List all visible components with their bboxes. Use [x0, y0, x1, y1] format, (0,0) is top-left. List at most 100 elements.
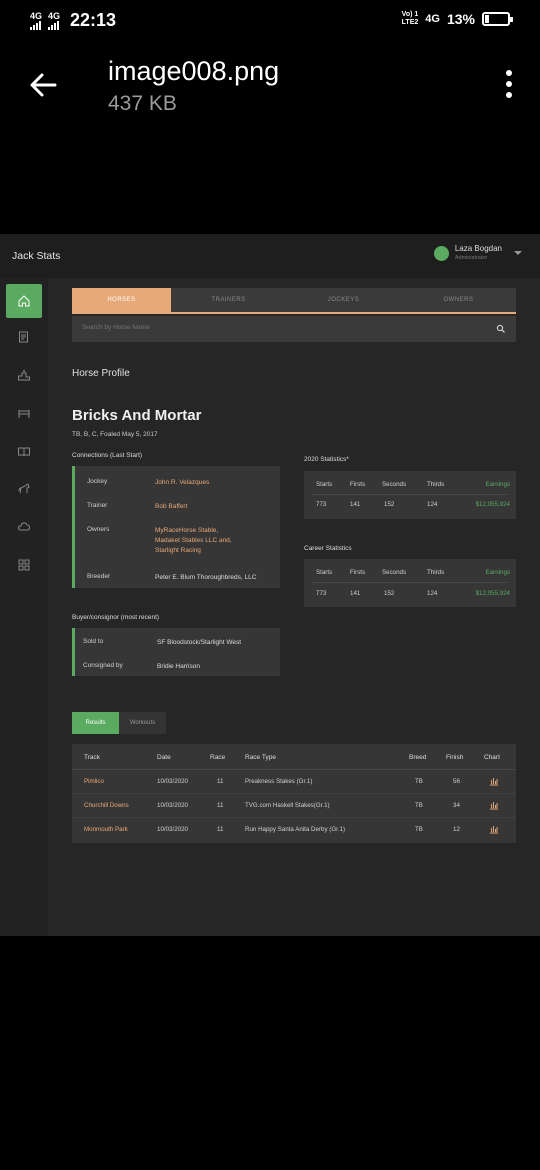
stat-header: Firsts [350, 481, 366, 488]
tab-owners[interactable]: OWNERS [401, 288, 516, 312]
tab-workouts[interactable]: Workouts [119, 712, 166, 734]
battery-percent: 13% [446, 11, 475, 27]
stat-value: 124 [427, 501, 438, 508]
volte-indicator: Vo) 1 LTE2 [402, 11, 419, 27]
stat-value: 141 [350, 590, 361, 597]
search-bar [72, 316, 516, 342]
buyer-card: Sold to SF Bloodstock/Starlight West Con… [72, 628, 280, 676]
stat-value: $12,055,924 [475, 501, 510, 508]
chevron-down-icon[interactable] [514, 251, 522, 255]
race-type: Run Happy Santa Anita Derby (Gr.1) [245, 826, 346, 833]
clock: 22:13 [70, 10, 117, 30]
bar-chart-icon[interactable] [489, 824, 499, 834]
stat-value: 152 [384, 590, 395, 597]
stat-header: Earnings [485, 569, 510, 576]
track-link[interactable]: Pimlico [84, 778, 104, 785]
track-link[interactable]: Monmouth Park [84, 826, 128, 833]
sidebar-book-icon[interactable] [6, 434, 42, 468]
file-size: 437 KB [108, 92, 177, 115]
tab-trainers[interactable]: TRAINERS [171, 288, 286, 312]
column-header-breed: Breed [409, 754, 427, 761]
breeder-value: Peter E. Blum Thoroughbreds, LLC [155, 574, 257, 581]
tab-jockeys[interactable]: JOCKEYS [286, 288, 401, 312]
table-row[interactable]: Monmouth Park 10/03/2020 11 Run Happy Sa… [72, 818, 516, 842]
finish: 12 [453, 826, 460, 833]
stat-value: $12,055,924 [475, 590, 510, 597]
finish: 34 [453, 802, 460, 809]
search-input[interactable] [82, 324, 462, 331]
table-row[interactable]: Pimlico 10/03/2020 11 Preakness Stakes (… [72, 770, 516, 794]
table-row[interactable]: Churchill Downs 10/03/2020 11 TVG.com Ha… [72, 794, 516, 818]
app-brand: Jack Stats [12, 250, 61, 262]
stat-value: 773 [316, 590, 327, 597]
sidebar [0, 278, 48, 936]
sold-to-value: SF Bloodstock/Starlight West [157, 639, 242, 646]
connections-title: Connections (Last Start) [72, 452, 143, 459]
column-header-date: Date [157, 754, 171, 761]
buyer-title: Buyer/consignor (most recent) [72, 614, 160, 621]
column-header-chart: Chart [484, 754, 500, 761]
divider [312, 582, 508, 583]
stat-header: Earnings [485, 481, 510, 488]
tab-horses[interactable]: HORSES [72, 288, 171, 312]
category-tabs: HORSES TRAINERS JOCKEYS OWNERS [72, 288, 516, 312]
sidebar-notes-icon[interactable] [6, 320, 42, 354]
file-name: image008.png [108, 56, 280, 86]
stat-value: 124 [427, 590, 438, 597]
horse-description: TB, B, C, Foaled May 5, 2017 [72, 431, 158, 438]
results-table: Track Date Race Race Type Breed Finish C… [72, 744, 516, 843]
sidebar-cloud-icon[interactable] [6, 510, 42, 544]
race-date: 10/03/2020 [157, 802, 188, 809]
stat-header: Seconds [382, 569, 407, 576]
user-role: Administrator [454, 255, 488, 261]
back-arrow-icon[interactable] [28, 70, 58, 100]
owners-label: Owners [87, 526, 110, 533]
results-tabs: Results Workouts [72, 712, 166, 734]
stat-header: Starts [316, 481, 333, 488]
owners-line-1[interactable]: MyRaceHorse Stable, [155, 526, 218, 536]
sold-to-label: Sold to [83, 638, 104, 645]
search-icon[interactable] [496, 324, 506, 334]
sidebar-grid-icon[interactable] [6, 548, 42, 582]
career-stats-card: Starts Firsts Seconds Thirds Earnings 77… [304, 559, 516, 607]
race-type: TVG.com Haskell Stakes(Gr.1) [245, 802, 330, 809]
volte-top: Vo) 1 [401, 11, 419, 18]
sidebar-podium-icon[interactable] [6, 358, 42, 392]
tab-underline [72, 312, 516, 314]
breed: TB [415, 826, 423, 833]
breed: TB [415, 802, 423, 809]
volte-bottom: LTE2 [401, 19, 419, 26]
jockey-value[interactable]: John R. Velazques [155, 478, 209, 488]
avatar [433, 246, 449, 261]
stat-value: 773 [316, 501, 327, 508]
more-options-icon[interactable] [506, 70, 512, 98]
sim2-label: 4G [48, 10, 61, 21]
viewer-header: image008.png 437 KB [0, 42, 540, 142]
trainer-label: Trainer [87, 502, 108, 509]
breeder-label: Breeder [87, 573, 111, 580]
battery-icon [482, 12, 513, 26]
column-header-track: Track [84, 754, 101, 761]
stats-2020-card: Starts Firsts Seconds Thirds Earnings 77… [304, 471, 516, 519]
sidebar-home-icon[interactable] [6, 284, 42, 318]
owners-line-2[interactable]: Madaket Stables LLC and, [155, 536, 232, 546]
race-date: 10/03/2020 [157, 826, 188, 833]
consigned-value: Bridie Harrison [157, 663, 200, 670]
track-link[interactable]: Churchill Downs [84, 802, 129, 809]
sidebar-horse-icon[interactable] [6, 472, 42, 506]
jockey-label: Jockey [87, 478, 108, 485]
user-name: Laza Bogdan [454, 244, 502, 253]
user-menu[interactable]: Laza Bogdan Administrator [433, 244, 522, 261]
trainer-value[interactable]: Bob Baffert [155, 502, 187, 512]
stat-value: 152 [384, 501, 395, 508]
stat-header: Seconds [382, 481, 407, 488]
sim2-signal-icon: 4G [48, 10, 61, 30]
bar-chart-icon[interactable] [489, 776, 499, 786]
owners-line-3[interactable]: Starlight Racing [155, 546, 201, 556]
sidebar-hurdle-icon[interactable] [6, 396, 42, 430]
sim1-label: 4G [30, 10, 43, 21]
tab-results[interactable]: Results [72, 712, 119, 734]
finish: 56 [453, 778, 460, 785]
race-date: 10/03/2020 [157, 778, 188, 785]
bar-chart-icon[interactable] [489, 800, 499, 810]
